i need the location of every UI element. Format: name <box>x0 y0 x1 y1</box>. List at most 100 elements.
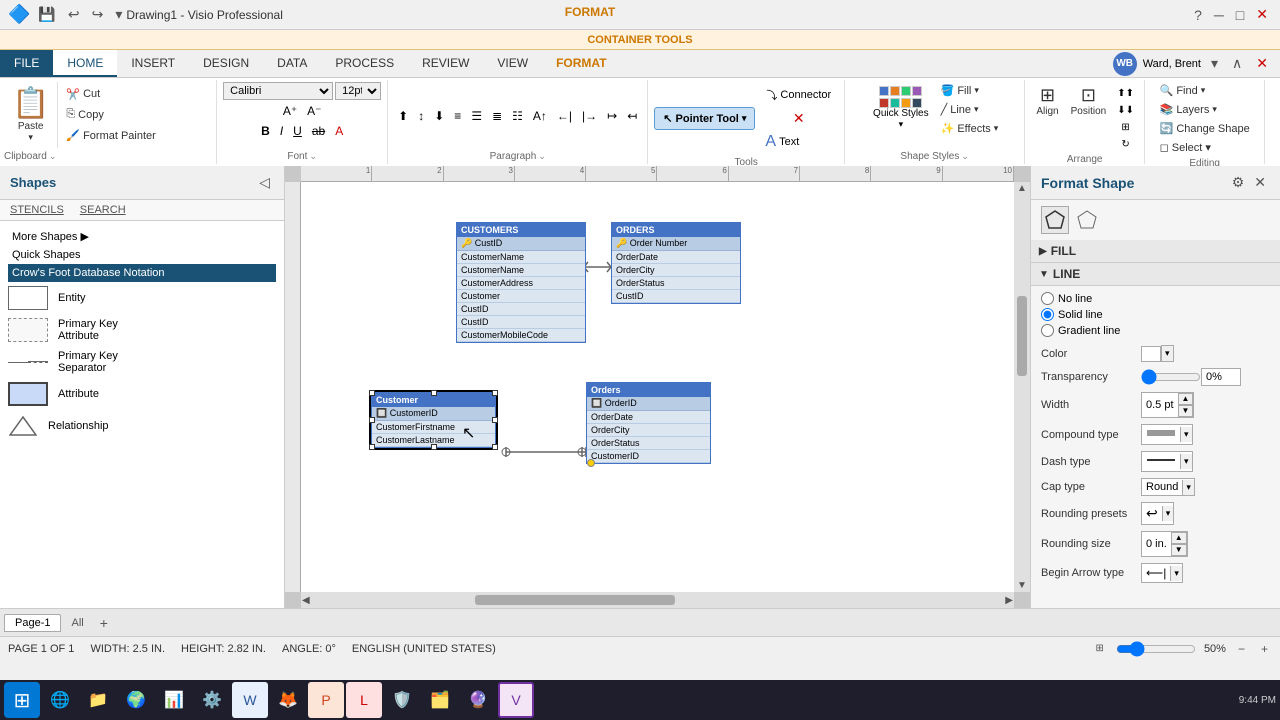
tab-file[interactable]: FILE <box>0 50 53 77</box>
text-button[interactable]: A Text <box>759 129 838 155</box>
paragraph-expand[interactable]: ⌄ <box>538 151 546 162</box>
gradient-line-radio[interactable] <box>1041 324 1054 337</box>
more-shapes-item[interactable]: More Shapes ▶ <box>8 227 276 246</box>
align-button[interactable]: ⊞ Align <box>1031 82 1063 152</box>
gradient-line-radio-row[interactable]: Gradient line <box>1041 324 1270 337</box>
diagram-canvas[interactable]: CUSTOMERS 🔑 CustID CustomerName Customer… <box>301 182 1014 592</box>
italic-button[interactable]: I <box>276 122 287 140</box>
begin-arrow-dropdown-arrow[interactable]: ▾ <box>1170 566 1182 581</box>
taskbar-files[interactable]: 🗂️ <box>422 682 458 718</box>
rounding-presets-dropdown[interactable]: ↩ ▾ <box>1141 502 1174 525</box>
ribbon-collapse[interactable]: ∧ <box>1228 53 1246 74</box>
ltr-btn[interactable]: ↦ <box>603 82 621 149</box>
cap-dropdown-arrow[interactable]: ▾ <box>1182 480 1194 495</box>
align-left-btn[interactable]: ≡ <box>450 82 465 149</box>
paste-button[interactable]: 📋 Paste ▾ <box>4 82 58 148</box>
dash-dropdown-arrow[interactable]: ▾ <box>1180 454 1192 469</box>
tab-format[interactable]: FORMAT <box>542 50 620 77</box>
undo-btn[interactable]: ↩ <box>64 4 84 25</box>
taskbar-security[interactable]: 🛡️ <box>384 682 420 718</box>
search-tab[interactable]: SEARCH <box>80 204 126 216</box>
compound-dropdown-arrow[interactable]: ▾ <box>1180 427 1192 442</box>
quick-styles-button[interactable]: Quick Styles ▾ <box>867 82 935 134</box>
no-line-radio-row[interactable]: No line <box>1041 292 1270 305</box>
scroll-down-btn[interactable]: ▼ <box>1016 579 1028 592</box>
tab-process[interactable]: PROCESS <box>321 50 408 77</box>
rounding-size-up-btn[interactable]: ▲ <box>1171 532 1187 544</box>
color-swatch[interactable] <box>1141 346 1161 362</box>
zoom-in-btn[interactable]: + <box>1257 640 1272 658</box>
font-family-select[interactable]: Calibri <box>223 82 333 100</box>
handle-bl[interactable] <box>369 444 375 450</box>
transparency-input[interactable] <box>1201 368 1241 386</box>
cut-button[interactable]: ✂️ Cut <box>62 86 159 103</box>
pointer-dropdown-icon[interactable]: ▾ <box>742 113 747 124</box>
tab-review[interactable]: REVIEW <box>408 50 483 77</box>
taskbar-visio[interactable]: V <box>498 682 534 718</box>
width-down-btn[interactable]: ▼ <box>1178 405 1194 417</box>
scroll-thumb-v[interactable] <box>1017 296 1027 376</box>
zoom-out-btn[interactable]: − <box>1234 640 1249 658</box>
taskbar-powerpoint[interactable]: P <box>308 682 344 718</box>
scroll-right-btn[interactable]: ▶ <box>1004 594 1014 607</box>
quick-styles-dropdown[interactable]: ▾ <box>899 119 904 130</box>
layers-dropdown[interactable]: ▾ <box>1212 104 1217 115</box>
shape-styles-expand[interactable]: ⌄ <box>961 151 969 162</box>
tab-home[interactable]: HOME <box>53 50 117 77</box>
taskbar-firefox[interactable]: 🦊 <box>270 682 306 718</box>
user-dropdown[interactable]: ▾ <box>1207 53 1222 74</box>
format-panel-settings-btn[interactable]: ⚙ <box>1228 172 1249 193</box>
scroll-thumb-h[interactable] <box>475 595 675 605</box>
solid-line-radio-row[interactable]: Solid line <box>1041 308 1270 321</box>
save-btn[interactable]: 💾 <box>34 4 59 25</box>
find-dropdown[interactable]: ▾ <box>1201 85 1206 96</box>
font-decrease-btn[interactable]: A⁻ <box>303 102 325 120</box>
group-btn[interactable]: ⊞ <box>1113 120 1138 135</box>
stencils-tab[interactable]: STENCILS <box>10 204 64 216</box>
taskbar-settings[interactable]: ⚙️ <box>194 682 230 718</box>
effects-button[interactable]: ✨ Effects ▾ <box>937 120 1003 137</box>
maximize-btn[interactable]: □ <box>1232 5 1248 25</box>
canvas-area[interactable]: 1 2 3 4 5 6 7 8 9 10 ▲ ▼ <box>285 166 1030 608</box>
rounding-presets-arrow[interactable]: ▾ <box>1162 506 1174 521</box>
width-up-btn[interactable]: ▲ <box>1178 393 1194 405</box>
change-shape-button[interactable]: 🔄 Change Shape <box>1156 120 1254 137</box>
shape-format-icon[interactable] <box>1041 206 1069 234</box>
taskbar-media[interactable]: 🔮 <box>460 682 496 718</box>
bullet-list-btn[interactable]: ☷ <box>508 82 527 149</box>
page-1-tab[interactable]: Page-1 <box>4 614 61 632</box>
paste-dropdown[interactable]: ▾ <box>28 132 33 143</box>
customize-btn[interactable]: ▾ <box>111 4 126 25</box>
find-button[interactable]: 🔍 Find ▾ <box>1156 82 1254 99</box>
transparency-slider[interactable] <box>1141 369 1201 385</box>
tab-design[interactable]: DESIGN <box>189 50 263 77</box>
handle-br[interactable] <box>492 444 498 450</box>
fill-button[interactable]: 🪣 Fill ▾ <box>937 82 1003 99</box>
rotate-btn[interactable]: ↻ <box>1113 137 1138 152</box>
align-center-btn[interactable]: ☰ <box>467 82 486 149</box>
layers-button[interactable]: 📚 Layers ▾ <box>1156 101 1254 118</box>
handle-tr[interactable] <box>492 390 498 396</box>
line-button[interactable]: ╱ Line ▾ <box>937 101 1003 118</box>
begin-arrow-dropdown[interactable]: ⟵| ▾ <box>1141 563 1183 583</box>
scroll-left-btn[interactable]: ◀ <box>301 594 311 607</box>
orders2-table[interactable]: Orders 🔲 OrderID OrderDate OrderCity Ord… <box>586 382 711 464</box>
compound-type-dropdown[interactable]: ▾ <box>1141 424 1193 445</box>
bring-forward-btn[interactable]: ⬆⬆ <box>1113 86 1138 101</box>
handle-tm[interactable] <box>431 390 437 396</box>
font-size-select[interactable]: 12pt. <box>335 82 381 100</box>
orders-table[interactable]: ORDERS 🔑 Order Number OrderDate OrderCit… <box>611 222 741 304</box>
all-pages-btn[interactable]: All <box>63 615 91 631</box>
underline-button[interactable]: U <box>289 122 306 140</box>
redo-btn[interactable]: ↪ <box>88 4 108 25</box>
line-dropdown[interactable]: ▾ <box>974 104 979 115</box>
strikethrough-btn[interactable]: ab <box>308 122 329 140</box>
pointer-tool-button[interactable]: ↖ Pointer Tool ▾ <box>654 107 755 130</box>
decrease-indent-btn[interactable]: ←| <box>553 82 576 149</box>
line-section-header[interactable]: ▼ LINE <box>1031 263 1280 286</box>
connector-close-btn[interactable]: ✕ <box>759 110 838 127</box>
align-top-btn[interactable]: ⬆ <box>394 82 412 149</box>
effects-dropdown[interactable]: ▾ <box>994 123 999 134</box>
fill-dropdown[interactable]: ▾ <box>974 85 979 96</box>
no-line-radio[interactable] <box>1041 292 1054 305</box>
